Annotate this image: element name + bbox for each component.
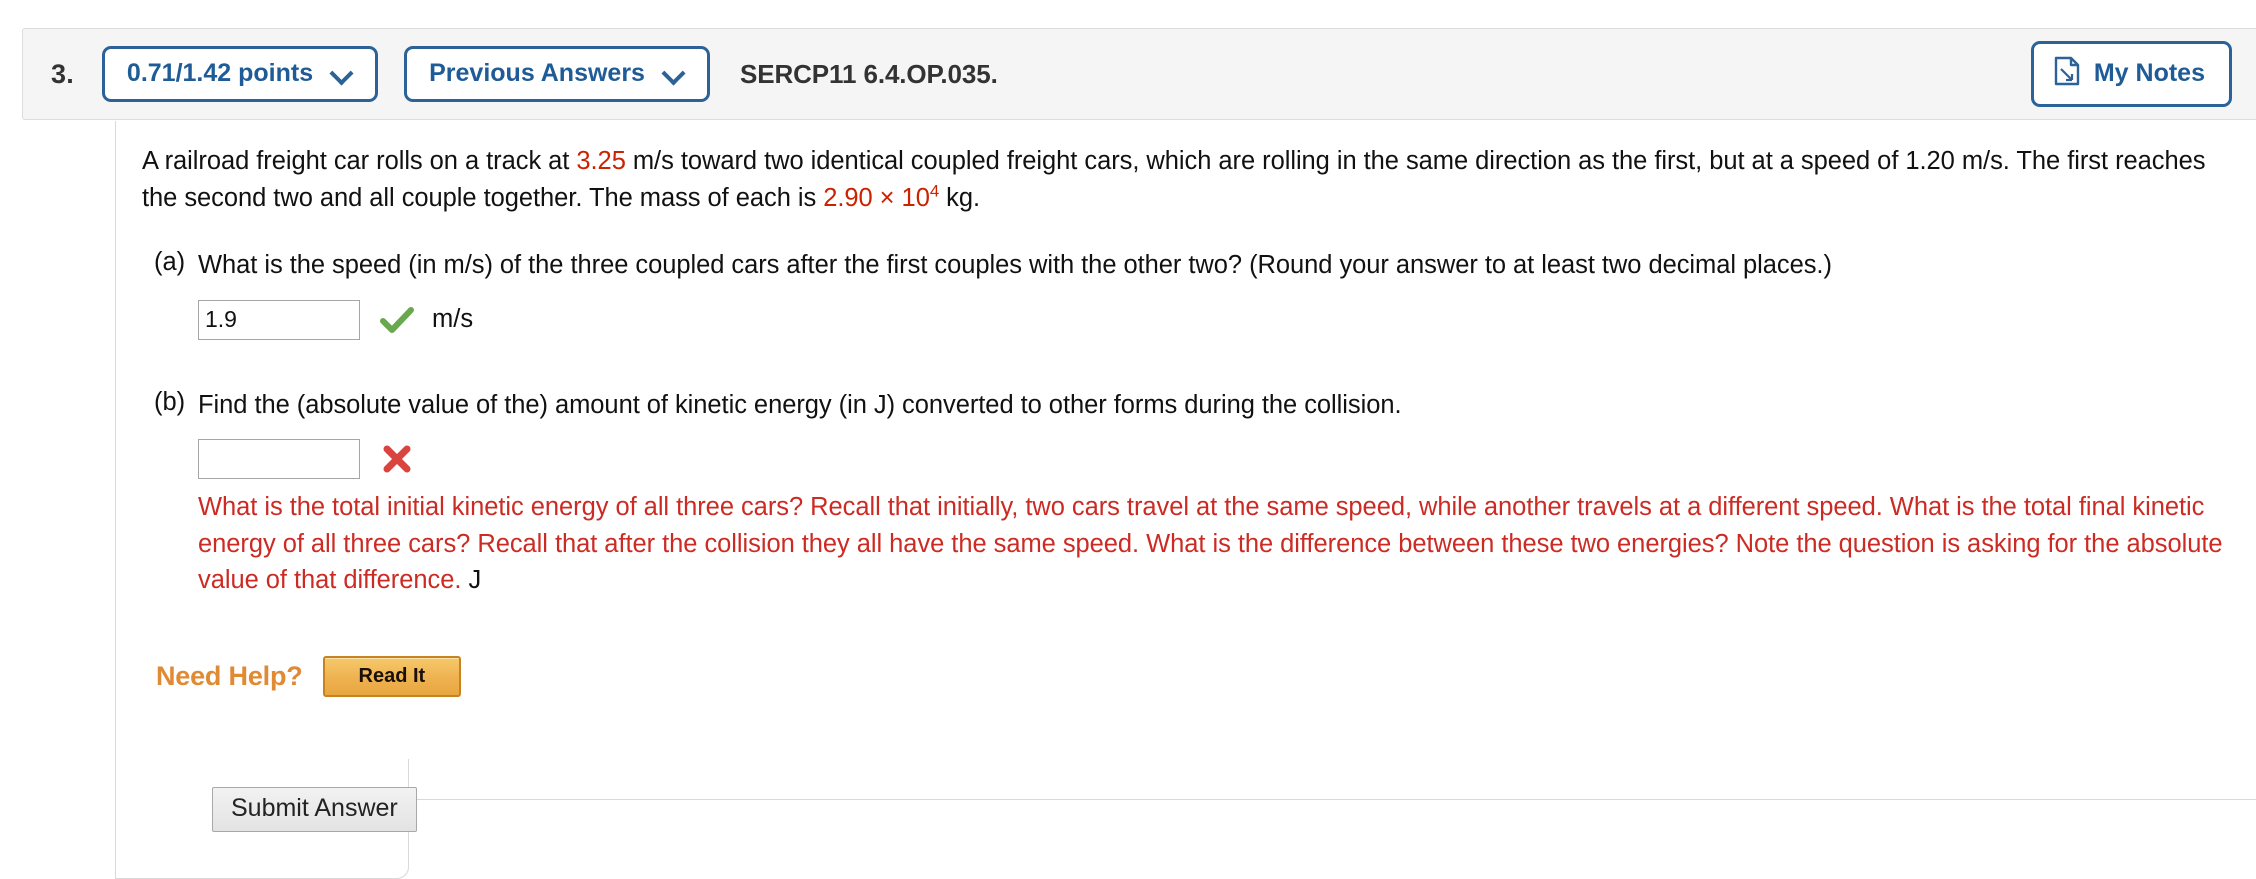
- stem-value-mass: 2.90 × 104: [823, 184, 939, 212]
- stem-text-3: kg.: [939, 184, 980, 212]
- part-b-unit: J: [468, 566, 481, 594]
- green-check-icon: [370, 306, 424, 334]
- red-x-icon: [370, 444, 424, 474]
- stem-value-mass-exponent: 4: [930, 182, 939, 201]
- part-b-feedback-text: What is the total initial kinetic energy…: [198, 493, 2223, 593]
- part-b-text: Find the (absolute value of the) amount …: [198, 388, 2256, 424]
- submit-container: Submit Answer: [115, 759, 409, 879]
- need-help-label: Need Help?: [156, 661, 303, 692]
- question-content: A railroad freight car rolls on a track …: [116, 121, 2256, 697]
- part-b-feedback: What is the total initial kinetic energy…: [198, 489, 2233, 598]
- part-a-text: What is the speed (in m/s) of the three …: [198, 248, 2256, 284]
- part-b-label: (b): [142, 388, 198, 598]
- part-b-answer-input[interactable]: [198, 439, 360, 479]
- stem-value-mass-mantissa: 2.90 × 10: [823, 184, 930, 212]
- question-part-a: (a) What is the speed (in m/s) of the th…: [142, 248, 2256, 340]
- part-a-answer-row: m/s: [198, 300, 2256, 340]
- question-stem: A railroad freight car rolls on a track …: [142, 143, 2227, 218]
- part-a-body: What is the speed (in m/s) of the three …: [198, 248, 2256, 340]
- question-header-bar: 3. 0.71/1.42 points Previous Answers SER…: [22, 28, 2256, 120]
- question-body-panel: A railroad freight car rolls on a track …: [115, 121, 2256, 870]
- notes-page-icon: [2054, 56, 2080, 91]
- part-a-unit: m/s: [432, 305, 473, 334]
- footer-divider: [410, 799, 2256, 800]
- chevron-down-icon: [663, 63, 685, 85]
- question-number: 3.: [51, 59, 74, 90]
- stem-value-speed: 3.25: [576, 147, 625, 175]
- read-it-button[interactable]: Read It: [323, 656, 462, 697]
- previous-answers-dropdown-button[interactable]: Previous Answers: [404, 46, 710, 102]
- previous-answers-label: Previous Answers: [429, 61, 645, 86]
- part-b-body: Find the (absolute value of the) amount …: [198, 388, 2256, 598]
- stem-text-1: A railroad freight car rolls on a track …: [142, 147, 576, 175]
- my-notes-label: My Notes: [2094, 61, 2205, 86]
- part-b-answer-row: [198, 439, 2256, 479]
- need-help-section: Need Help? Read It: [156, 656, 2256, 697]
- my-notes-button[interactable]: My Notes: [2031, 41, 2232, 107]
- chevron-down-icon: [331, 63, 353, 85]
- part-a-answer-input[interactable]: [198, 300, 360, 340]
- points-dropdown-button[interactable]: 0.71/1.42 points: [102, 46, 378, 102]
- question-part-b: (b) Find the (absolute value of the) amo…: [142, 388, 2256, 598]
- part-a-label: (a): [142, 248, 198, 340]
- submit-answer-button[interactable]: Submit Answer: [212, 787, 417, 832]
- question-code: SERCP11 6.4.OP.035.: [740, 59, 998, 90]
- points-label: 0.71/1.42 points: [127, 61, 313, 86]
